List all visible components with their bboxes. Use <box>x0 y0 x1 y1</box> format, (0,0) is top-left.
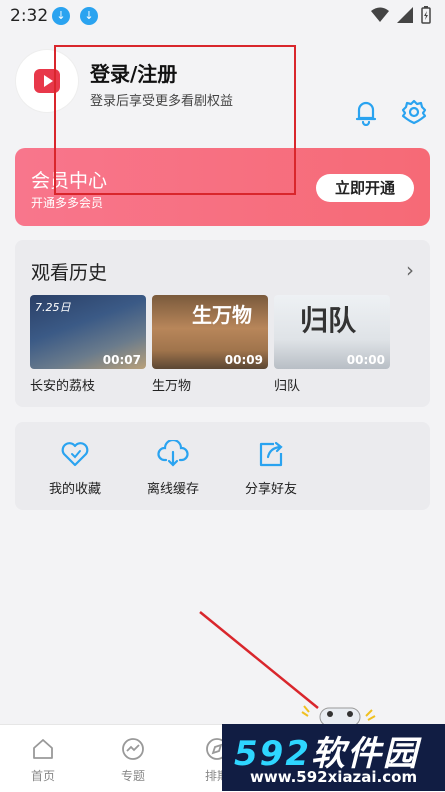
status-bar: 2:32 ↓ ↓ <box>0 0 445 32</box>
open-vip-button[interactable]: 立即开通 <box>316 174 414 202</box>
duration-label: 00:00 <box>346 353 385 367</box>
history-item[interactable]: 归队 00:00 归队 <box>274 295 390 394</box>
action-label: 离线缓存 <box>146 482 199 497</box>
thumbnail-overlay: 7.25日 <box>35 301 71 314</box>
profile-header: 登录/注册 登录后享受更多看剧权益 <box>0 32 445 142</box>
bell-icon[interactable] <box>352 98 380 126</box>
thumbnail[interactable]: 生万物 00:09 <box>152 295 268 369</box>
trend-icon <box>122 738 144 760</box>
tab-label: 专题 <box>120 769 145 783</box>
duration-label: 00:07 <box>102 353 141 367</box>
gear-icon[interactable] <box>400 98 428 126</box>
tab-home[interactable]: 首页 <box>8 737 78 784</box>
quick-actions-card: 我的收藏 离线缓存 分享好友 <box>15 422 430 510</box>
watch-history-card: 观看历史 › 7.25日 00:07 长安的荔枝 生万物 00:09 生万物 归… <box>15 240 430 407</box>
vip-center-banner[interactable]: 会员中心 开通多多会员 立即开通 <box>15 148 430 226</box>
thumbnail[interactable]: 7.25日 00:07 <box>30 295 146 369</box>
offline-cache-button[interactable]: 离线缓存 <box>133 440 213 497</box>
download-icon: ↓ <box>52 7 70 25</box>
heart-icon <box>61 442 89 467</box>
chevron-right-icon[interactable]: › <box>406 258 414 282</box>
history-item-title: 归队 <box>274 379 301 394</box>
login-title[interactable]: 登录/注册 <box>90 58 177 87</box>
history-item-title: 生万物 <box>152 379 192 394</box>
home-icon <box>33 739 53 759</box>
watermark-url: www.592xiazai.com <box>250 768 418 786</box>
history-list: 7.25日 00:07 长安的荔枝 生万物 00:09 生万物 归队 00:00… <box>30 295 390 394</box>
tab-topics[interactable]: 专题 <box>98 737 168 784</box>
app-logo-icon <box>34 69 60 93</box>
status-time: 2:32 <box>10 6 49 26</box>
action-label: 我的收藏 <box>48 482 101 497</box>
history-title: 观看历史 <box>31 262 108 284</box>
thumbnail-overlay: 归队 <box>300 304 357 337</box>
share-icon <box>259 441 283 467</box>
download-icon: ↓ <box>80 7 98 25</box>
avatar[interactable] <box>16 50 78 112</box>
history-item-title: 长安的荔枝 <box>30 379 96 394</box>
vip-title: 会员中心 <box>31 170 108 192</box>
watermark: 592软件园 www.592xiazai.com <box>222 724 445 791</box>
duration-label: 00:09 <box>224 353 263 367</box>
share-friends-button[interactable]: 分享好友 <box>231 440 311 497</box>
status-icons <box>371 6 431 24</box>
thumbnail-overlay: 生万物 <box>192 303 252 327</box>
battery-icon <box>421 6 431 24</box>
action-label: 分享好友 <box>244 482 297 497</box>
vip-subtitle: 开通多多会员 <box>31 196 104 210</box>
history-item[interactable]: 7.25日 00:07 长安的荔枝 <box>30 295 146 394</box>
tab-label: 首页 <box>30 769 55 783</box>
login-subtitle: 登录后享受更多看剧权益 <box>90 94 234 109</box>
cloud-download-icon <box>157 440 189 467</box>
history-item[interactable]: 生万物 00:09 生万物 <box>152 295 268 394</box>
favorites-button[interactable]: 我的收藏 <box>35 440 115 497</box>
thumbnail[interactable]: 归队 00:00 <box>274 295 390 369</box>
signal-icon <box>397 7 413 23</box>
wifi-icon <box>371 7 389 22</box>
